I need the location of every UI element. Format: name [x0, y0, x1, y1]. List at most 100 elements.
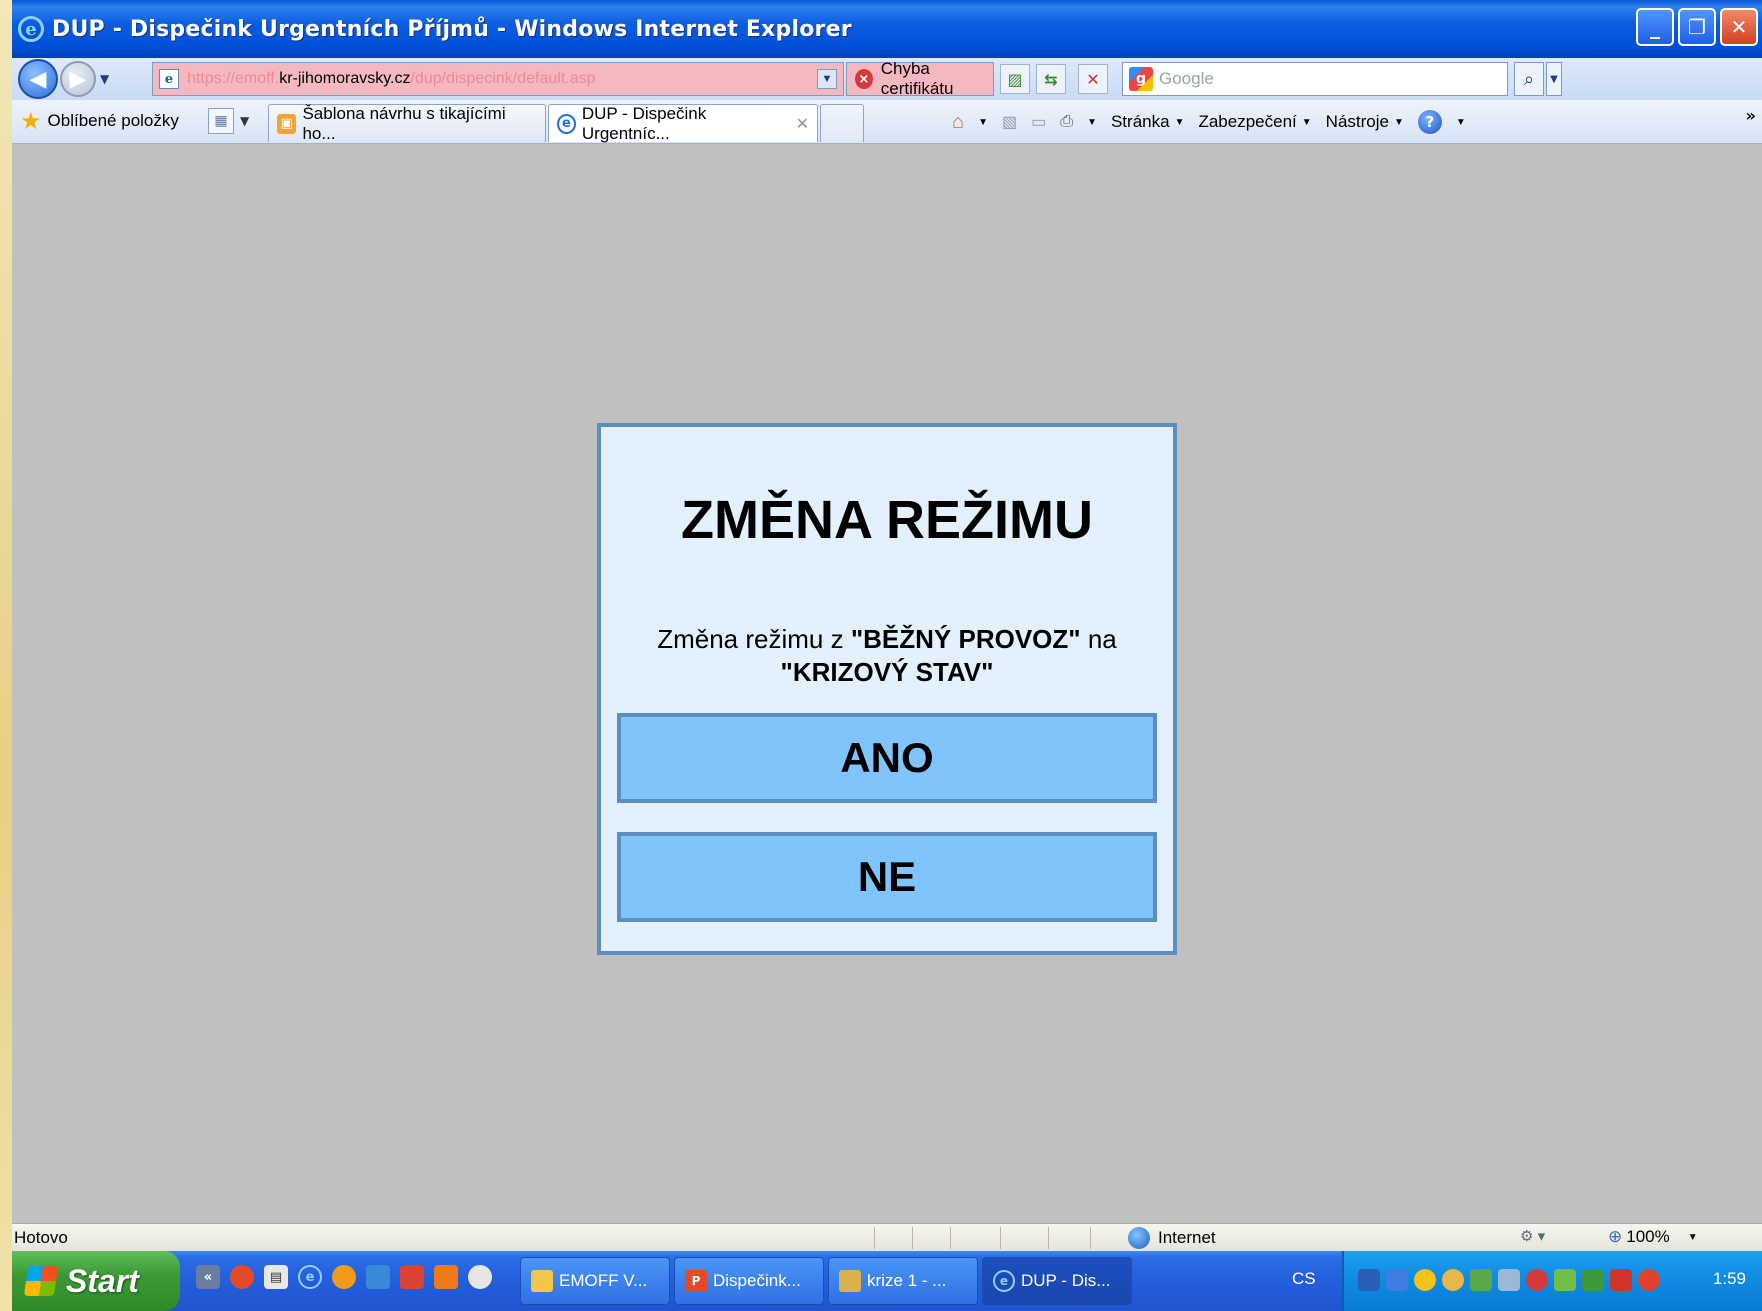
- media-icon[interactable]: [332, 1265, 356, 1289]
- quicklaunch-icon[interactable]: «: [196, 1265, 220, 1289]
- taskbar-button-krize[interactable]: krize 1 - ...: [828, 1257, 978, 1305]
- status-divider: [1000, 1227, 1001, 1249]
- maximize-button[interactable]: ❐: [1678, 8, 1716, 46]
- outlook-icon[interactable]: [434, 1265, 458, 1289]
- address-dropdown-icon[interactable]: ▼: [817, 69, 837, 89]
- no-button[interactable]: NE: [617, 832, 1157, 922]
- network-icon[interactable]: [1358, 1269, 1380, 1291]
- message-mid: na: [1080, 624, 1117, 654]
- tools-menu[interactable]: Nástroje ▼: [1326, 112, 1404, 132]
- update-icon[interactable]: [1470, 1269, 1492, 1291]
- help-dropdown-icon[interactable]: ▼: [1456, 117, 1466, 128]
- ati-icon[interactable]: [1610, 1269, 1632, 1291]
- tab-close-icon[interactable]: ✕: [796, 114, 809, 133]
- more-commands-icon[interactable]: »: [1746, 106, 1756, 125]
- message-prefix: Změna režimu z: [657, 624, 851, 654]
- tab-label: DUP - Dispečink Urgentníc...: [581, 103, 707, 143]
- chevron-down-icon: ▼: [1301, 116, 1312, 128]
- back-arrow-icon: ◀: [29, 66, 47, 92]
- messenger-icon[interactable]: [366, 1265, 390, 1289]
- tab-sablona[interactable]: ▣ Šablona návrhu s tikajícími ho...: [268, 104, 546, 143]
- zoom-control[interactable]: ⊕ 100% ▼: [1608, 1227, 1698, 1247]
- opera-icon[interactable]: [230, 1265, 254, 1289]
- clock[interactable]: 1:59: [1713, 1269, 1746, 1289]
- chevron-down-icon: ▼: [1174, 116, 1185, 128]
- help-icon[interactable]: ?: [1417, 110, 1442, 134]
- display-icon[interactable]: [1498, 1269, 1520, 1291]
- read-mail-icon[interactable]: ▭: [1031, 112, 1046, 132]
- quick-tabs-icon[interactable]: ▦: [208, 108, 234, 134]
- print-dropdown-icon[interactable]: ▼: [1087, 117, 1097, 128]
- dialog-title: ZMĚNA REŽIMU: [681, 490, 1093, 550]
- protected-mode-icon[interactable]: ⚙ ▾: [1520, 1227, 1545, 1245]
- back-button[interactable]: ◀: [18, 59, 58, 99]
- refresh-icon: ⇆: [1044, 69, 1058, 89]
- star-icon: ★: [20, 107, 42, 135]
- home-dropdown-icon[interactable]: ▼: [978, 117, 988, 128]
- from-state: "BĚŽNÝ PROVOZ": [850, 624, 1081, 654]
- forward-arrow-icon: ▶: [69, 66, 87, 92]
- favorites-button[interactable]: ★ Oblíbené položky: [20, 106, 179, 136]
- certificate-error-button[interactable]: × Chyba certifikátu: [846, 59, 994, 98]
- device-icon[interactable]: [1582, 1269, 1604, 1291]
- url-path: /dup/dispecink/default.asp: [410, 70, 596, 87]
- search-app-icon[interactable]: [468, 1265, 492, 1289]
- taskbar-button-label: EMOFF V...: [559, 1271, 648, 1290]
- ie-tab-icon: e: [557, 113, 576, 134]
- taskbar-button-dup[interactable]: e DUP - Dis...: [982, 1257, 1132, 1305]
- to-state: "KRIZOVÝ STAV": [780, 657, 994, 687]
- start-button[interactable]: Start: [12, 1251, 180, 1311]
- network-icon[interactable]: [1386, 1269, 1408, 1291]
- zoom-icon: ⊕: [1608, 1227, 1623, 1246]
- stop-button[interactable]: ✕: [1078, 64, 1108, 94]
- security-zone[interactable]: Internet: [1128, 1227, 1216, 1249]
- search-placeholder: Google: [1159, 69, 1214, 88]
- antivirus-icon[interactable]: [1526, 1269, 1548, 1291]
- minimize-button[interactable]: _: [1636, 8, 1674, 46]
- desktop-icon[interactable]: ▤: [264, 1265, 288, 1289]
- safety-menu[interactable]: Zabezpečení ▼: [1198, 112, 1311, 132]
- sync-icon[interactable]: [1554, 1269, 1576, 1291]
- close-button[interactable]: ✕: [1720, 8, 1758, 46]
- feeds-icon[interactable]: ▧: [1002, 112, 1017, 132]
- status-text: Hotovo: [14, 1228, 68, 1247]
- app-icon[interactable]: [400, 1265, 424, 1289]
- refresh-button[interactable]: ⇆: [1036, 64, 1066, 94]
- dialog-message: Změna režimu z "BĚŽNÝ PROVOZ" na "KRIZOV…: [621, 623, 1153, 689]
- globe-icon: [1128, 1227, 1150, 1249]
- forward-button[interactable]: ▶: [60, 61, 96, 97]
- home-icon[interactable]: ⌂: [952, 111, 964, 134]
- shield-icon[interactable]: [1414, 1269, 1436, 1291]
- language-indicator[interactable]: CS: [1292, 1269, 1316, 1289]
- quick-launch: « ▤ e: [196, 1265, 492, 1289]
- alert-icon[interactable]: [1638, 1269, 1660, 1291]
- page-content: ZMĚNA REŽIMU Změna režimu z "BĚŽNÝ PROVO…: [12, 145, 1762, 1223]
- search-options-icon[interactable]: ▼: [1546, 62, 1562, 96]
- taskbar-button-label: Dispečink...: [713, 1271, 801, 1290]
- stop-icon: ✕: [1086, 69, 1100, 89]
- taskbar-button-emoff[interactable]: EMOFF V...: [520, 1257, 670, 1305]
- compatibility-view-button[interactable]: ▨: [1000, 64, 1030, 94]
- page-menu-label: Stránka: [1110, 112, 1170, 131]
- title-bar[interactable]: e DUP - Dispečink Urgentních Příjmů - Wi…: [12, 0, 1762, 58]
- start-label: Start: [66, 1262, 139, 1299]
- tools-menu-label: Nástroje: [1325, 112, 1389, 131]
- paint-icon: [839, 1270, 861, 1292]
- print-icon[interactable]: ⎙: [1060, 113, 1073, 131]
- ie-icon[interactable]: e: [298, 1265, 322, 1289]
- powerpoint-icon: P: [685, 1270, 707, 1292]
- search-button[interactable]: ⌕: [1514, 62, 1544, 96]
- address-input[interactable]: e https://emoff. kr-jihomoravsky.cz/dup/d…: [152, 62, 844, 96]
- messenger-icon[interactable]: [1442, 1269, 1464, 1291]
- ie-taskbar-icon: e: [993, 1270, 1015, 1292]
- search-input[interactable]: g Google: [1122, 62, 1508, 96]
- address-toolbar: ◀ ▶ ▼ e https://emoff. kr-jihomoravsky.cz…: [12, 58, 1762, 100]
- tab-dup[interactable]: e DUP - Dispečink Urgentníc... ✕: [548, 103, 818, 143]
- yes-button[interactable]: ANO: [617, 713, 1157, 803]
- page-menu[interactable]: Stránka ▼: [1111, 112, 1185, 132]
- zoom-dropdown-icon: ▼: [1687, 1231, 1698, 1243]
- taskbar-button-dispecink[interactable]: P Dispečink...: [674, 1257, 824, 1305]
- new-tab-button[interactable]: [820, 104, 864, 142]
- tab-list-dropdown-icon[interactable]: ▼: [240, 108, 254, 134]
- history-dropdown-icon[interactable]: ▼: [100, 72, 116, 86]
